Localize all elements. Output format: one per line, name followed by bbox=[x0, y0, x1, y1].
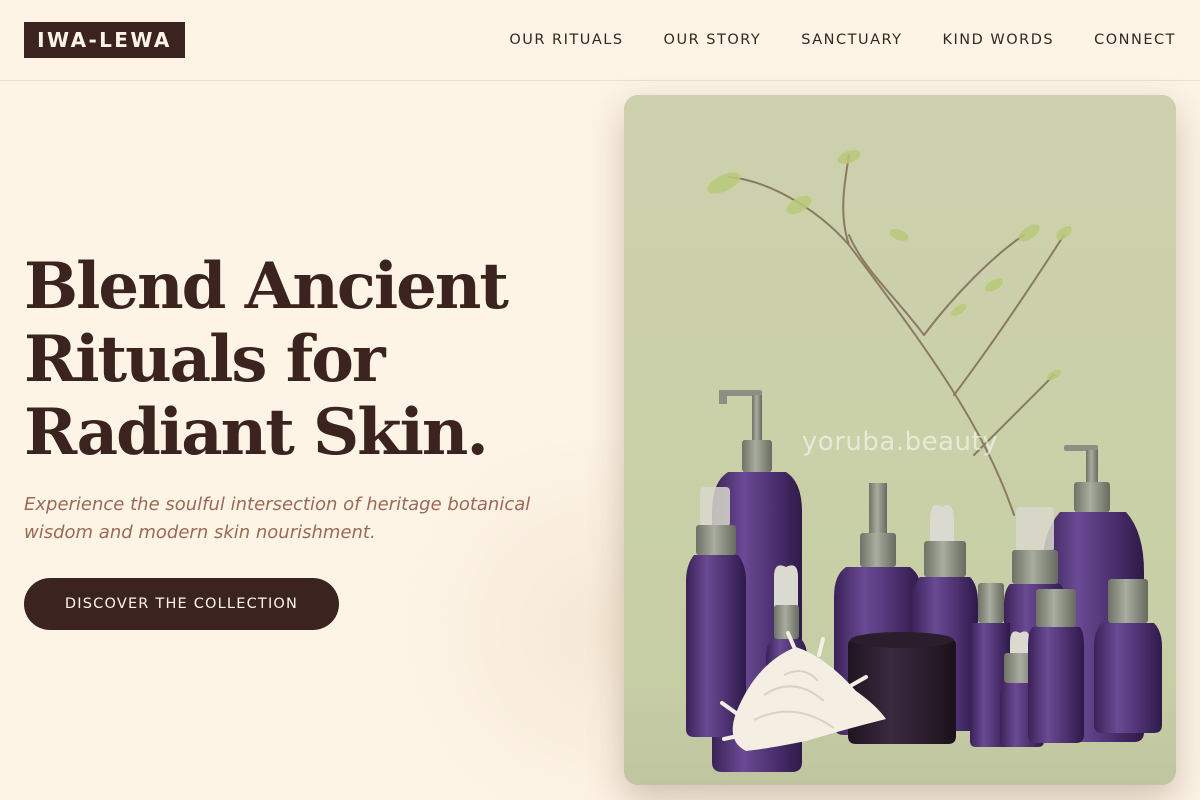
branch-decoration bbox=[728, 154, 1065, 516]
cream-jar bbox=[848, 632, 956, 744]
leaf-decoration bbox=[707, 150, 1072, 381]
site-header: IWA-LEWA OUR RITUALS OUR STORY SANCTUARY… bbox=[0, 0, 1200, 81]
nav-link-kind-words[interactable]: KIND WORDS bbox=[943, 30, 1055, 50]
discover-collection-button[interactable]: DISCOVER THE COLLECTION bbox=[24, 578, 339, 630]
nav-link-our-story[interactable]: OUR STORY bbox=[664, 30, 762, 50]
nav-link-sanctuary[interactable]: SANCTUARY bbox=[801, 30, 902, 50]
hero-title-line: Radiant Skin. bbox=[24, 395, 489, 470]
image-watermark: yoruba.beauty bbox=[801, 427, 999, 457]
hero-title: Blend Ancient Rituals for Radiant Skin. bbox=[24, 250, 624, 469]
hero-product-image: yoruba.beauty bbox=[624, 95, 1176, 785]
hero-title-line: Blend Ancient bbox=[24, 249, 509, 324]
hero-subtitle: Experience the soulful intersection of h… bbox=[24, 494, 531, 543]
hero-title-line: Rituals for bbox=[24, 322, 386, 397]
brand-logo[interactable]: IWA-LEWA bbox=[24, 22, 185, 58]
serum-bottle bbox=[1028, 589, 1084, 743]
nav-link-connect[interactable]: CONNECT bbox=[1094, 30, 1176, 50]
nav-link-our-rituals[interactable]: OUR RITUALS bbox=[509, 30, 623, 50]
main-nav: OUR RITUALS OUR STORY SANCTUARY KIND WOR… bbox=[509, 30, 1176, 50]
